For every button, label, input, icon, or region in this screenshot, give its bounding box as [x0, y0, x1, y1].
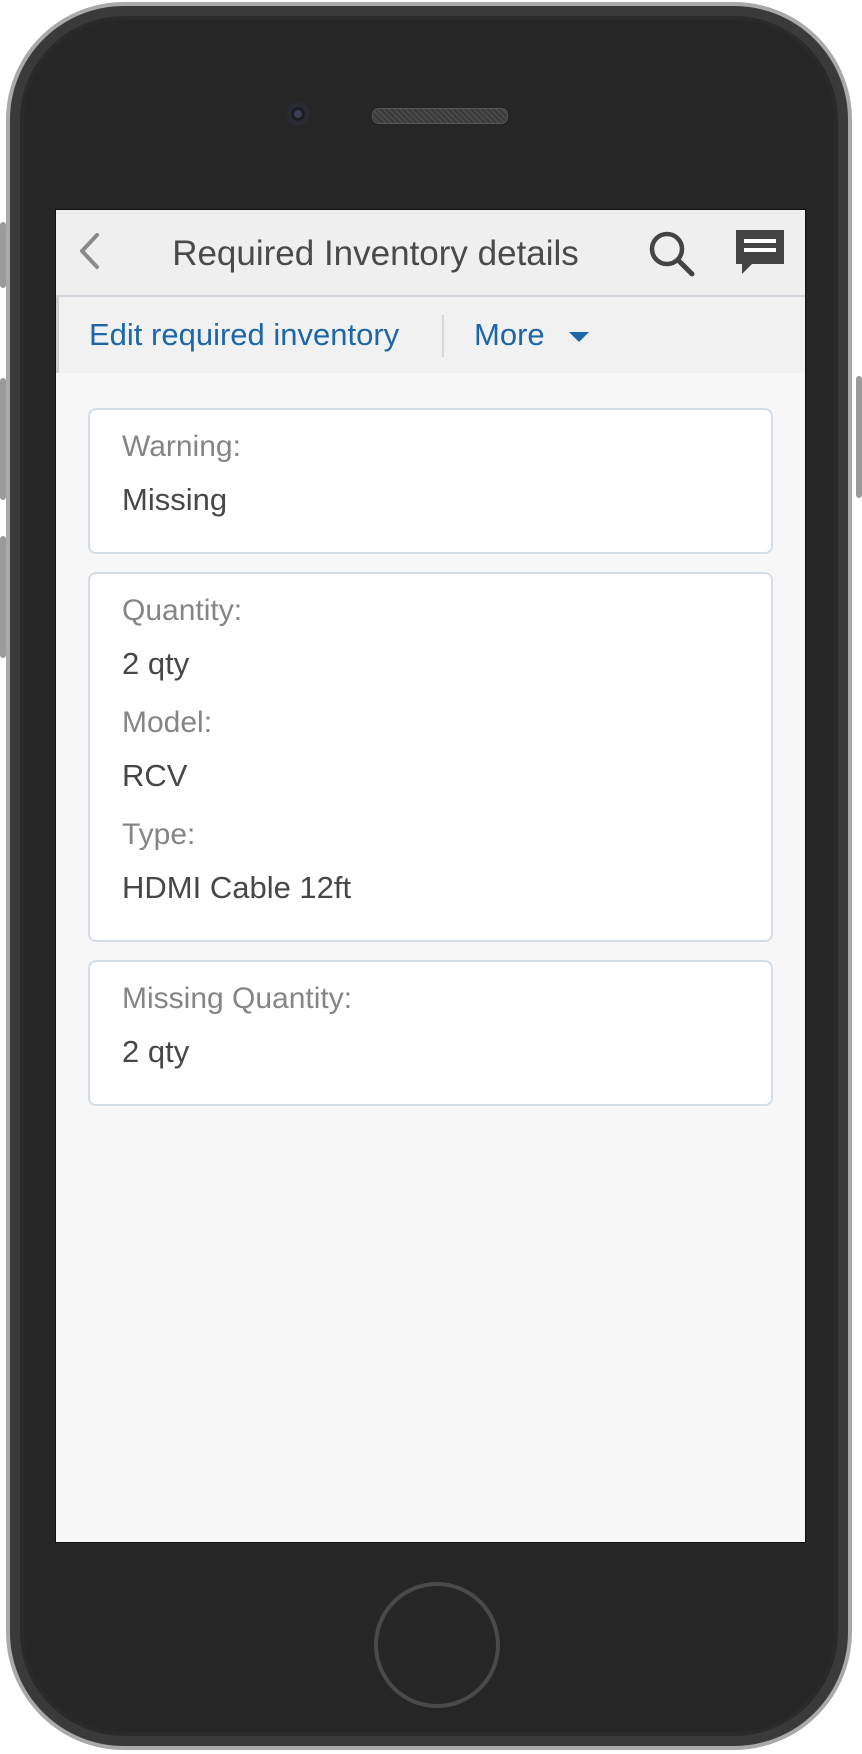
search-icon [649, 231, 695, 277]
model-value: RCV [122, 758, 188, 793]
page-title: Required Inventory details [172, 234, 579, 273]
warning-card: Warning: Missing [88, 408, 773, 554]
volume-down-button [0, 536, 6, 658]
mute-switch [0, 222, 6, 288]
missing-quantity-card: Missing Quantity: 2 qty [88, 960, 773, 1106]
search-button[interactable] [646, 228, 698, 280]
action-bar: Edit required inventory More [56, 297, 805, 373]
chat-icon [736, 230, 784, 274]
power-button [856, 376, 862, 498]
home-button[interactable] [374, 1582, 500, 1708]
chat-button[interactable] [732, 226, 788, 282]
more-button[interactable]: More [474, 297, 545, 373]
title-bar: Required Inventory details [56, 210, 805, 297]
caret-down-icon[interactable] [569, 332, 589, 342]
type-label: Type: [122, 818, 196, 851]
warning-value: Missing [122, 482, 228, 517]
volume-up-button [0, 378, 6, 500]
front-camera [286, 102, 310, 126]
type-value: HDMI Cable 12ft [122, 870, 352, 905]
quantity-value: 2 qty [122, 646, 190, 681]
app-screen: Required Inventory details Edit required… [55, 209, 806, 1543]
edit-required-inventory-button[interactable]: Edit required inventory [89, 297, 399, 373]
details-card: Quantity: 2 qty Model: RCV Type: HDMI Ca… [88, 572, 773, 942]
warning-label: Warning: [122, 430, 241, 463]
model-label: Model: [122, 706, 213, 739]
earpiece-speaker [372, 108, 508, 124]
action-divider [442, 315, 444, 357]
missing-quantity-label: Missing Quantity: [122, 982, 353, 1015]
back-button[interactable] [66, 226, 116, 276]
chevron-left-icon [80, 233, 99, 269]
quantity-label: Quantity: [122, 594, 243, 627]
missing-quantity-value: 2 qty [122, 1034, 190, 1069]
